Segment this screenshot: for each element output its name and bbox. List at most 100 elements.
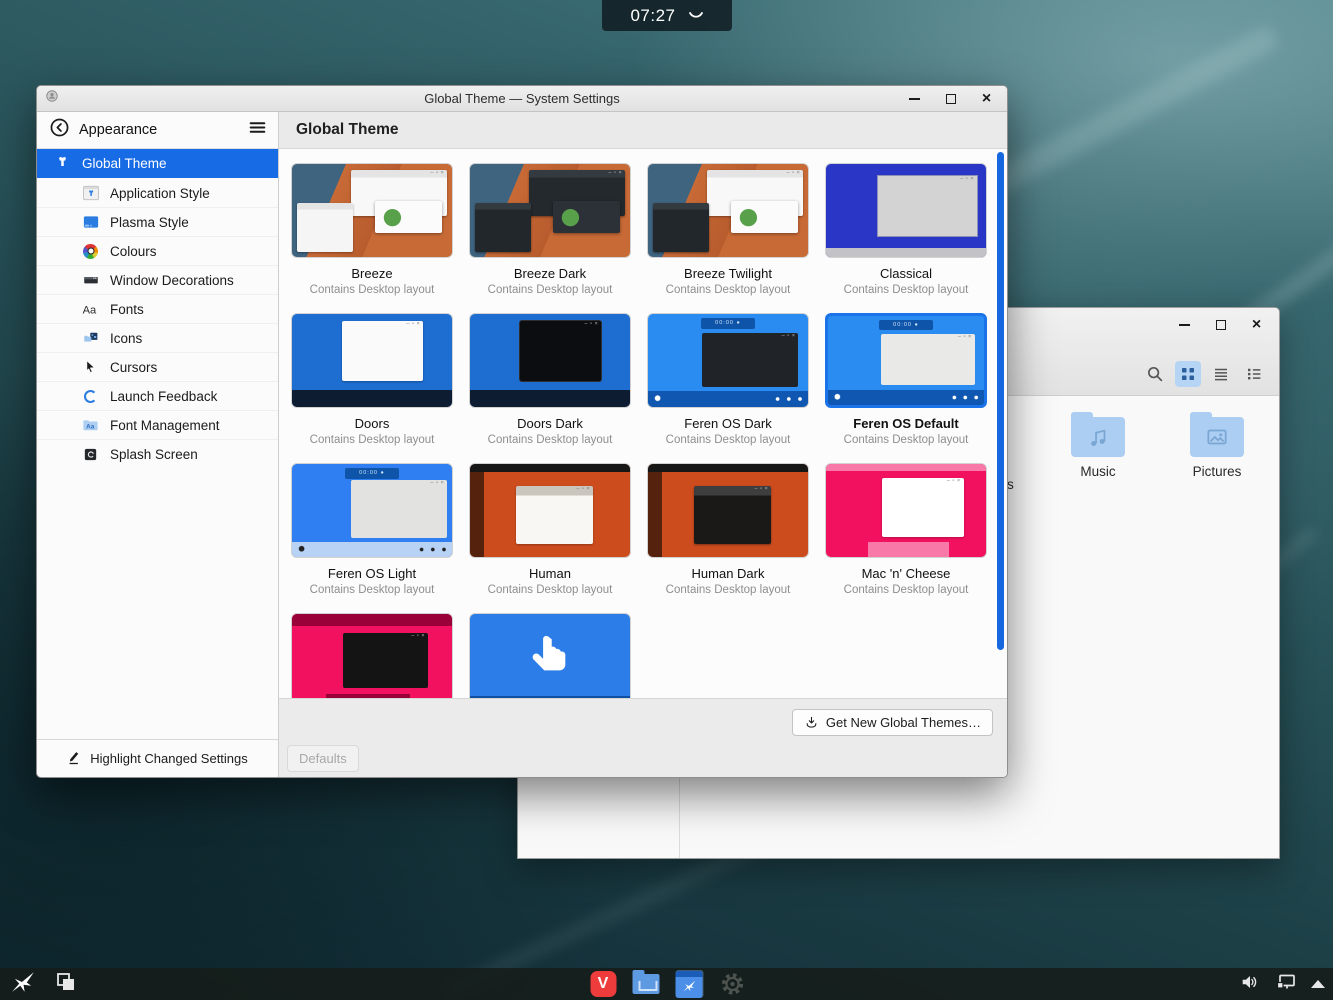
- theme-card-breeze-twilight[interactable]: Breeze Twilight Contains Desktop layout: [647, 163, 809, 297]
- thumb-window: [297, 203, 353, 252]
- close-icon[interactable]: ×: [1250, 318, 1263, 331]
- sidebar-item-label: Launch Feedback: [110, 389, 217, 404]
- sidebar-item-label: Icons: [110, 331, 142, 346]
- sidebar-item-label: Application Style: [110, 186, 210, 201]
- page-title: Global Theme: [279, 112, 1007, 149]
- sidebar-item-application-style[interactable]: Application Style: [37, 178, 278, 207]
- content-footer: Get New Global Themes… Defaults: [279, 698, 1007, 777]
- maximize-icon[interactable]: [1214, 318, 1227, 331]
- icon-view-icon[interactable]: [1175, 361, 1201, 387]
- expand-tray-icon[interactable]: [1311, 980, 1325, 988]
- taskbar-vivaldi-icon[interactable]: V: [589, 970, 617, 998]
- sidebar-item-launch-feedback[interactable]: Launch Feedback: [37, 381, 278, 410]
- sidebar-title: Appearance: [79, 122, 157, 138]
- sidebar-item-icons[interactable]: Icons: [37, 323, 278, 352]
- sidebar-item-label: Font Management: [110, 418, 220, 433]
- icons-icon: [81, 329, 100, 348]
- search-icon[interactable]: [1142, 361, 1168, 387]
- folder-label: Music: [1056, 464, 1140, 479]
- volume-icon[interactable]: [1239, 971, 1261, 998]
- download-icon: [804, 715, 819, 731]
- pictures-folder-icon: [1190, 417, 1244, 457]
- sidebar-item-splash-screen[interactable]: Splash Screen: [37, 439, 278, 468]
- svg-text:Aa: Aa: [83, 304, 97, 316]
- settings-content: Global Theme Breeze Contains Desktop lay…: [279, 112, 1007, 777]
- folder-icon: [633, 974, 660, 994]
- taskbar-system-settings-icon[interactable]: [718, 970, 746, 998]
- theme-card-feren-os-default-selected[interactable]: Feren OS Default Contains Desktop layout: [825, 313, 987, 447]
- settings-titlebar[interactable]: Global Theme — System Settings ×: [37, 86, 1007, 112]
- theme-thumbnail: [825, 463, 987, 558]
- theme-card-clipped-1[interactable]: [291, 613, 453, 698]
- theme-subtitle: Contains Desktop layout: [291, 583, 453, 597]
- feren-logo-menu-button[interactable]: [9, 969, 37, 1000]
- clipped-folder-label: s: [1007, 477, 1014, 492]
- sidebar-item-global-theme[interactable]: Global Theme: [37, 149, 278, 178]
- window-decorations-icon: [81, 271, 100, 290]
- sidebar-item-label: Fonts: [110, 302, 144, 317]
- tshirt-icon: [53, 154, 72, 173]
- sidebar-item-label: Splash Screen: [110, 447, 198, 462]
- sidebar-item-font-management[interactable]: Aa Font Management: [37, 410, 278, 439]
- theme-card-mac-n-cheese[interactable]: Mac 'n' Cheese Contains Desktop layout: [825, 463, 987, 597]
- fonts-icon: Aa: [81, 300, 100, 319]
- taskbar-feren-themes-icon[interactable]: [675, 970, 703, 998]
- sidebar-item-label: Window Decorations: [110, 273, 234, 288]
- theme-card-breeze[interactable]: Breeze Contains Desktop layout: [291, 163, 453, 297]
- theme-subtitle: Contains Desktop layout: [647, 583, 809, 597]
- get-new-global-themes-button[interactable]: Get New Global Themes…: [792, 709, 993, 736]
- hamburger-menu-icon[interactable]: [249, 120, 266, 140]
- sidebar-item-fonts[interactable]: Aa Fonts: [37, 294, 278, 323]
- theme-card-human[interactable]: Human Contains Desktop layout: [469, 463, 631, 597]
- theme-name: Doors: [291, 415, 453, 433]
- files-toolbar: [1142, 361, 1267, 387]
- thumb-window: [342, 321, 424, 381]
- sidebar-item-plasma-style[interactable]: Plasma Style: [37, 207, 278, 236]
- taskbar: V: [0, 968, 1333, 1000]
- maximize-icon[interactable]: [944, 92, 957, 105]
- theme-card-clipped-2[interactable]: [469, 613, 631, 698]
- theme-card-doors[interactable]: Doors Contains Desktop layout: [291, 313, 453, 447]
- theme-card-human-dark[interactable]: Human Dark Contains Desktop layout: [647, 463, 809, 597]
- back-icon[interactable]: [49, 117, 70, 143]
- highlight-changed-settings-button[interactable]: Highlight Changed Settings: [37, 739, 278, 777]
- theme-thumbnail: [469, 463, 631, 558]
- theme-card-feren-os-light[interactable]: Feren OS Light Contains Desktop layout: [291, 463, 453, 597]
- scrollbar[interactable]: [997, 152, 1004, 650]
- theme-name: Classical: [825, 265, 987, 283]
- close-icon[interactable]: ×: [980, 92, 993, 105]
- theme-card-classical[interactable]: Classical Contains Desktop layout: [825, 163, 987, 297]
- minimize-icon[interactable]: [908, 92, 921, 105]
- taskbar-file-manager-icon[interactable]: [632, 970, 660, 998]
- hand-cursor-graphic: [527, 629, 573, 681]
- theme-subtitle: Contains Desktop layout: [825, 583, 987, 597]
- folder-music[interactable]: Music: [1056, 409, 1140, 479]
- plasma-style-icon: [81, 213, 100, 232]
- defaults-button[interactable]: Defaults: [287, 745, 359, 772]
- theme-card-breeze-dark[interactable]: Breeze Dark Contains Desktop layout: [469, 163, 631, 297]
- settings-sidebar: Appearance Global Theme: [37, 112, 279, 777]
- theme-name: Feren OS Default: [825, 415, 987, 433]
- sidebar-item-window-decorations[interactable]: Window Decorations: [37, 265, 278, 294]
- show-desktop-icon[interactable]: [54, 970, 78, 999]
- thumb-window: [694, 486, 771, 544]
- clock-widget[interactable]: 07:27: [602, 0, 732, 31]
- theme-thumbnail: [469, 163, 631, 258]
- theme-name: Human Dark: [647, 565, 809, 583]
- network-icon[interactable]: [1274, 970, 1298, 999]
- theme-thumbnail: [647, 163, 809, 258]
- details-view-icon[interactable]: [1241, 361, 1267, 387]
- sidebar-item-label: Cursors: [110, 360, 157, 375]
- minimize-icon[interactable]: [1178, 318, 1191, 331]
- theme-subtitle: Contains Desktop layout: [647, 283, 809, 297]
- splash-screen-icon: [81, 445, 100, 464]
- highlight-changed-settings-label: Highlight Changed Settings: [90, 751, 248, 766]
- sidebar-item-colours[interactable]: Colours: [37, 236, 278, 265]
- thumb-window: [653, 203, 709, 252]
- theme-card-doors-dark[interactable]: Doors Dark Contains Desktop layout: [469, 313, 631, 447]
- sidebar-item-cursors[interactable]: Cursors: [37, 352, 278, 381]
- thumb-window: [475, 203, 531, 252]
- folder-pictures[interactable]: Pictures: [1175, 409, 1259, 479]
- theme-card-feren-os-dark[interactable]: Feren OS Dark Contains Desktop layout: [647, 313, 809, 447]
- list-view-icon[interactable]: [1208, 361, 1234, 387]
